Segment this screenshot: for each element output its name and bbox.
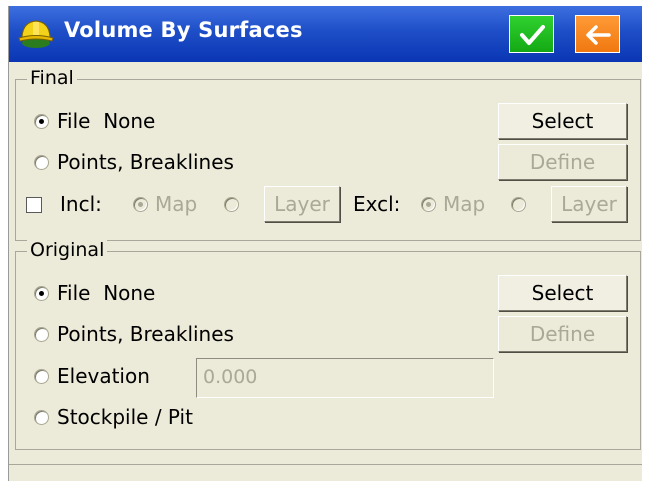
- stockpile-pit-label: Stockpile / Pit: [57, 405, 193, 429]
- back-button[interactable]: [575, 15, 620, 53]
- excl-map-label: Map: [443, 192, 486, 216]
- elevation-label: Elevation: [57, 364, 150, 388]
- stockpile-pit-radio[interactable]: [34, 410, 49, 425]
- title-bar: Volume By Surfaces: [9, 6, 642, 62]
- incl-layer-radio[interactable]: [224, 197, 239, 212]
- final-legend: Final: [27, 67, 77, 89]
- original-file-radio[interactable]: [34, 286, 49, 301]
- final-file-radio[interactable]: [34, 114, 49, 129]
- include-exclude-checkbox[interactable]: [26, 197, 42, 213]
- ok-button[interactable]: [509, 15, 554, 53]
- volume-by-surfaces-window: Volume By Surfaces Final File None Selec…: [8, 6, 642, 481]
- final-group: Final File None Select Points, Breakline…: [15, 67, 641, 241]
- original-file-label: File None: [57, 281, 156, 305]
- final-points-radio[interactable]: [34, 155, 49, 170]
- checkmark-icon: [520, 25, 545, 45]
- original-group: Original File None Select Points, Breakl…: [15, 239, 641, 450]
- incl-map-label: Map: [155, 192, 198, 216]
- original-points-label: Points, Breaklines: [57, 322, 234, 346]
- final-file-label: File None: [57, 109, 156, 133]
- incl-map-radio[interactable]: [133, 197, 148, 212]
- excl-label: Excl:: [353, 192, 401, 216]
- incl-layer-button[interactable]: Layer: [264, 186, 340, 222]
- back-arrow-icon: [586, 25, 611, 45]
- excl-layer-button[interactable]: Layer: [551, 186, 627, 222]
- final-select-button[interactable]: Select: [498, 103, 627, 139]
- excl-map-radio[interactable]: [421, 197, 436, 212]
- final-define-button[interactable]: Define: [498, 144, 627, 180]
- original-points-radio[interactable]: [34, 327, 49, 342]
- bottom-divider: [9, 464, 642, 465]
- original-legend: Original: [27, 239, 108, 261]
- excl-layer-radio[interactable]: [511, 197, 526, 212]
- incl-label: Incl:: [60, 192, 102, 216]
- final-points-label: Points, Breaklines: [57, 150, 234, 174]
- elevation-input[interactable]: 0.000: [196, 358, 494, 398]
- hardhat-icon: [18, 20, 54, 48]
- original-select-button[interactable]: Select: [498, 275, 627, 311]
- window-title: Volume By Surfaces: [64, 18, 303, 42]
- original-define-button[interactable]: Define: [498, 316, 627, 352]
- elevation-radio[interactable]: [34, 369, 49, 384]
